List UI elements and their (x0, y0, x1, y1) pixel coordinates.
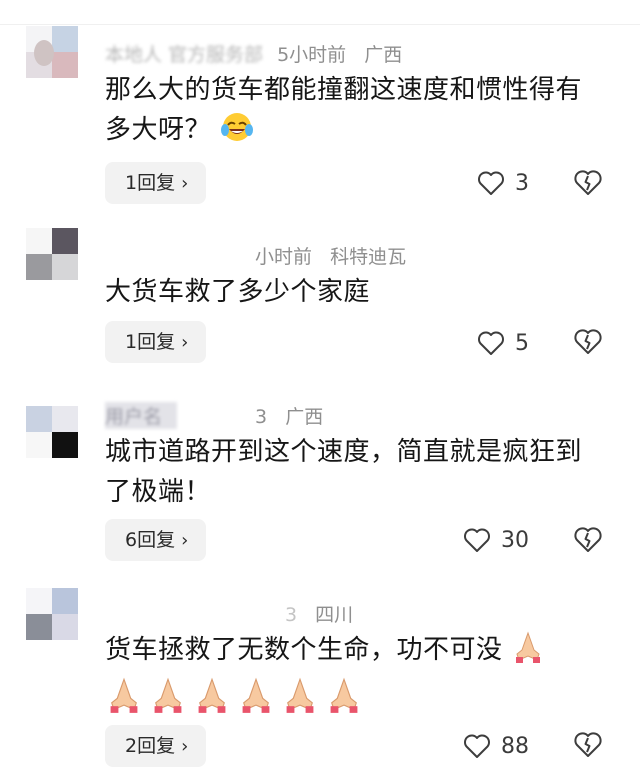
praying-hands-emoji-icon (198, 677, 226, 713)
comment-text: 城市道路开到这个速度，简直就是疯狂到了极端！ (105, 432, 595, 512)
comment-time: 5小时前 (277, 44, 347, 66)
laughing-crying-emoji-icon (220, 113, 253, 141)
avatar[interactable] (26, 228, 78, 280)
top-divider (0, 0, 640, 25)
comment-location: 广西 (364, 44, 403, 66)
comment-text-content: 城市道路开到这个速度，简直就是疯狂到了极端！ (105, 437, 583, 507)
like-count: 88 (501, 733, 529, 759)
dislike-button[interactable] (573, 526, 603, 554)
emoji-row (105, 676, 363, 714)
comment-meta: 小时前 科特迪瓦 (255, 242, 406, 269)
username[interactable]: 用户名 (105, 402, 177, 429)
chevron-right-icon: › (181, 530, 189, 551)
praying-hands-emoji-icon (330, 677, 358, 713)
like-button[interactable]: 30 (463, 525, 529, 555)
comment-text: 那么大的货车都能撞翻这速度和惯性得有多大呀？ (105, 70, 605, 150)
comment-meta: 用户名 3 广西 (105, 402, 323, 429)
comment-text-content: 大货车救了多少个家庭 (105, 277, 371, 307)
comment-location: 广西 (285, 406, 324, 428)
praying-hands-emoji-icon (286, 677, 314, 713)
avatar[interactable] (26, 26, 78, 78)
dislike-button[interactable] (573, 731, 603, 759)
dislike-button[interactable] (573, 328, 603, 356)
chevron-right-icon: › (181, 173, 189, 194)
like-button[interactable]: 88 (463, 731, 529, 761)
reply-count-label: 1回复 (125, 172, 176, 194)
broken-heart-icon (574, 170, 602, 195)
like-count: 3 (515, 170, 529, 196)
comment-time: 3 (255, 406, 268, 428)
comment-location: 科特迪瓦 (330, 246, 407, 268)
broken-heart-icon (574, 732, 602, 757)
heart-icon (478, 171, 504, 195)
reply-button[interactable]: 2回复 › (105, 725, 207, 767)
praying-hands-emoji-icon (242, 677, 270, 713)
avatar[interactable] (26, 406, 78, 458)
username[interactable]: 本地人 官方服务部 (105, 44, 263, 66)
comment-time: 3 (285, 604, 298, 626)
like-count: 5 (515, 330, 529, 356)
dislike-button[interactable] (573, 169, 603, 197)
reply-button[interactable]: 1回复 › (105, 162, 207, 204)
like-button[interactable]: 5 (477, 328, 529, 358)
comment-location: 四川 (315, 604, 354, 626)
chevron-right-icon: › (181, 736, 189, 757)
comment-time: 小时前 (255, 246, 313, 268)
comment-text: 大货车救了多少个家庭 (105, 272, 605, 312)
avatar[interactable] (26, 588, 78, 640)
reply-count-label: 6回复 (125, 529, 176, 551)
chevron-right-icon: › (181, 332, 189, 353)
praying-hands-emoji-icon (154, 677, 182, 713)
heart-icon (478, 331, 504, 355)
broken-heart-icon (574, 329, 602, 354)
heart-icon (464, 734, 490, 758)
like-button[interactable]: 3 (477, 168, 529, 198)
comment-text-content: 那么大的货车都能撞翻这速度和惯性得有多大呀？ (105, 75, 583, 145)
reply-count-label: 1回复 (125, 331, 176, 353)
praying-hands-emoji-icon (516, 631, 541, 663)
comment-text: 货车拯救了无数个生命，功不可没 (105, 630, 605, 670)
reply-button[interactable]: 1回复 › (105, 321, 207, 363)
comment-text-content: 货车拯救了无数个生命，功不可没 (105, 635, 503, 665)
like-count: 30 (501, 527, 529, 553)
comment-meta: 本地人 官方服务部 5小时前 广西 (105, 40, 402, 67)
heart-icon (464, 528, 490, 552)
reply-button[interactable]: 6回复 › (105, 519, 207, 561)
praying-hands-emoji-icon (110, 677, 138, 713)
broken-heart-icon (574, 527, 602, 552)
comment-meta: 3 四川 (285, 600, 353, 627)
